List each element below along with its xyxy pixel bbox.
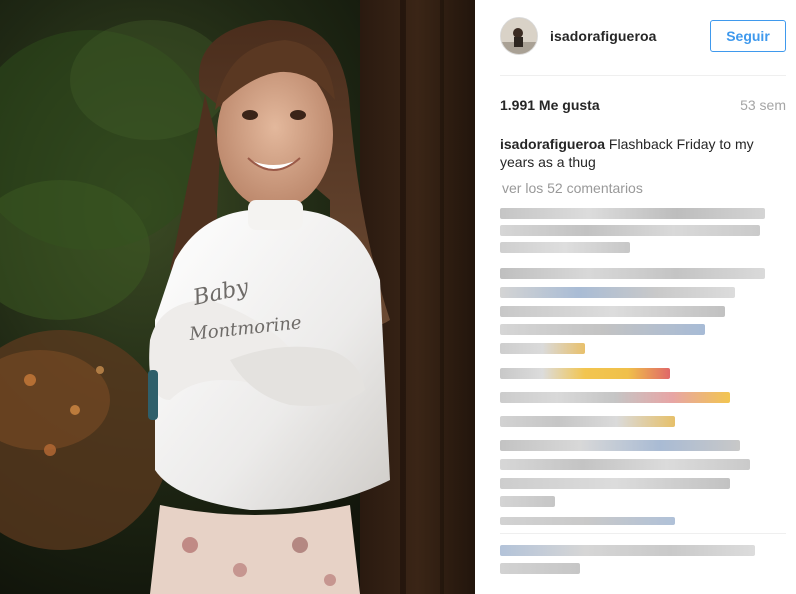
- instagram-post-view: Baby Montmorine isadorafigueroa Seguir 1…: [0, 0, 796, 594]
- blurred-comment: [500, 517, 675, 525]
- blurred-comment: [500, 545, 755, 556]
- blurred-comment: [500, 459, 750, 470]
- blurred-comment: [500, 416, 675, 427]
- blurred-comment: [500, 368, 670, 379]
- portrait-photo-image: Baby Montmorine: [0, 0, 475, 594]
- blurred-comment: [500, 478, 730, 489]
- post-photo[interactable]: Baby Montmorine: [0, 0, 475, 594]
- blurred-comment: [500, 225, 760, 236]
- likes-count[interactable]: 1.991 Me gusta: [500, 97, 600, 113]
- blurred-comment: [500, 208, 765, 219]
- blurred-comment: [500, 242, 630, 253]
- blurred-comment: [500, 287, 735, 298]
- post-header: isadorafigueroa Seguir: [475, 0, 796, 76]
- blurred-comment: [500, 440, 740, 451]
- username-link[interactable]: isadorafigueroa: [550, 28, 657, 44]
- blurred-comment: [500, 496, 555, 507]
- blurred-comment: [500, 268, 765, 279]
- post-time[interactable]: 53 sem: [740, 97, 786, 113]
- blurred-comment: [500, 563, 580, 574]
- post-side-panel: isadorafigueroa Seguir 1.991 Me gusta 53…: [475, 0, 796, 594]
- post-caption: isadorafigueroa Flashback Friday to my y…: [500, 135, 785, 171]
- follow-button[interactable]: Seguir: [710, 20, 786, 52]
- view-all-comments-link[interactable]: ver los 52 comentarios: [502, 180, 643, 196]
- blurred-comment: [500, 392, 730, 403]
- caption-username[interactable]: isadorafigueroa: [500, 136, 605, 152]
- blurred-comment: [500, 343, 585, 354]
- avatar[interactable]: [500, 17, 538, 55]
- blurred-comment: [500, 324, 705, 335]
- comments-divider: [500, 533, 786, 534]
- blurred-comment: [500, 306, 725, 317]
- avatar-image: [501, 18, 537, 54]
- header-divider: [500, 75, 786, 76]
